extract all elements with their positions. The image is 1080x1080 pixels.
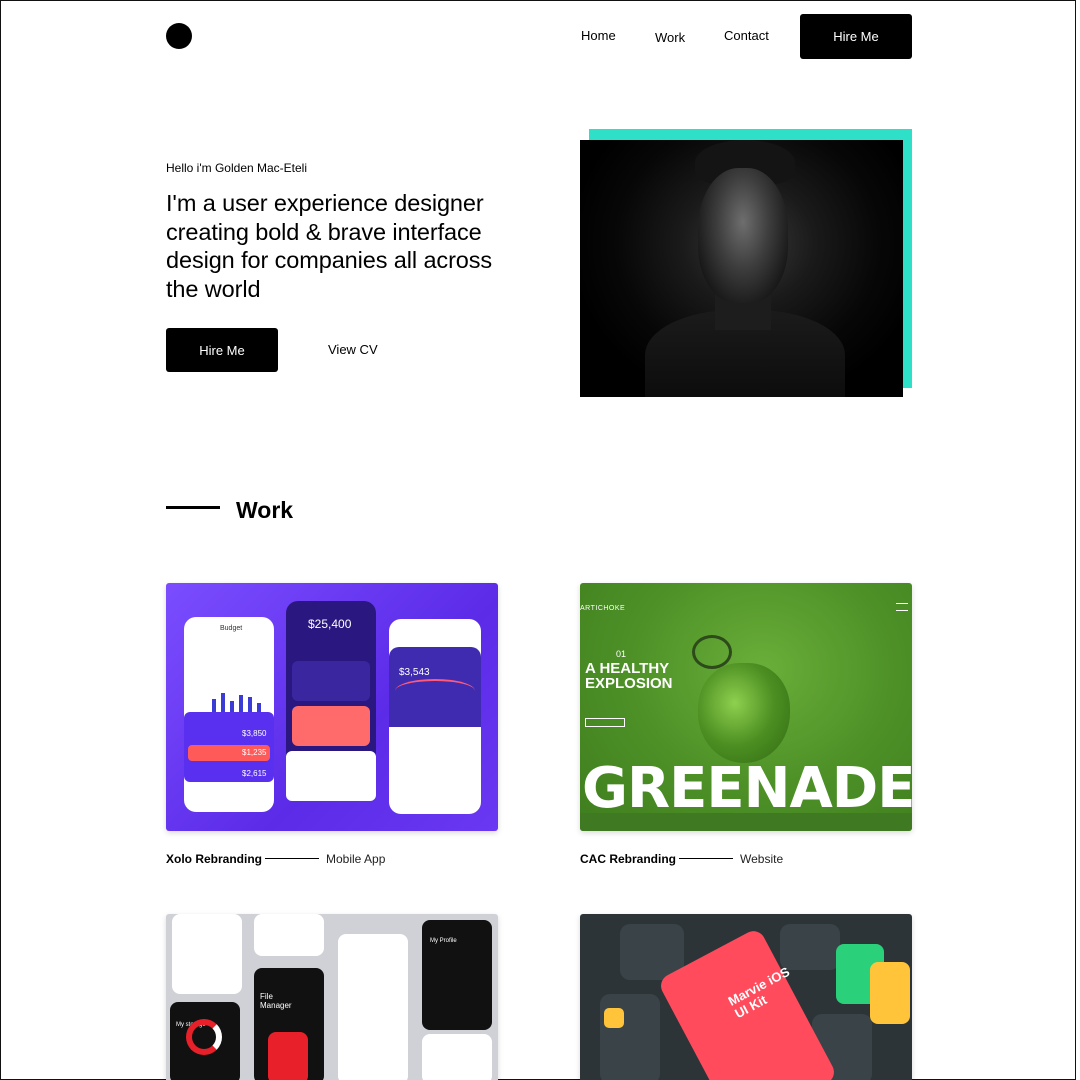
project-type-cac: Website: [740, 852, 784, 866]
hire-me-header-button[interactable]: Hire Me: [800, 14, 912, 59]
hamburger-icon: [896, 603, 908, 611]
portrait-face: [698, 168, 788, 303]
project-title-xolo[interactable]: Xolo Rebranding: [166, 852, 262, 866]
storage-donut: [186, 1019, 222, 1055]
mock-screen-apps: [172, 914, 242, 994]
costs-value: $1,235: [242, 748, 267, 757]
grenade-pin-ring: [692, 635, 732, 669]
marvie-app-icon: [604, 1008, 624, 1028]
read-more-button: [585, 718, 625, 727]
mock-phone-history: History $3,543: [389, 619, 481, 814]
greenade-wordmark: GREENADE!: [582, 756, 912, 821]
budget-label: Budget: [220, 625, 243, 632]
save-value: $2,615: [242, 769, 267, 778]
hire-me-hero-button[interactable]: Hire Me: [166, 328, 278, 372]
file-manager-title: File Manager: [260, 992, 292, 1010]
hero-greeting: Hello i'm Golden Mac-Eteli: [166, 161, 308, 175]
project-type-xolo: Mobile App: [326, 852, 386, 866]
history-label: History: [421, 629, 440, 635]
profile-label: My Profile: [430, 938, 457, 944]
work-heading: Work: [236, 497, 294, 523]
portrait-photo: [580, 140, 903, 397]
nav-home[interactable]: Home: [581, 28, 616, 43]
mock-phone-balance: $25,400: [286, 601, 376, 801]
transactions-list: [286, 751, 376, 801]
project-card-marvie[interactable]: Marvie iOS UI Kit: [580, 914, 912, 1080]
caption-rule: [679, 858, 733, 859]
project-card-file-manager[interactable]: My storage File Manager My Profile: [166, 914, 498, 1080]
hero-headline: I'm a user experience designer creating …: [166, 190, 493, 302]
history-wave: [395, 679, 475, 703]
artichoke-grenade-image: [698, 663, 790, 763]
logo[interactable]: [166, 23, 192, 49]
greenade-headline: A HEALTHY EXPLOSION: [585, 660, 673, 692]
nav-contact[interactable]: Contact: [724, 28, 769, 43]
yellow-card: [870, 962, 910, 1024]
project-title-cac[interactable]: CAC Rebranding: [580, 852, 676, 866]
mock-screen-profile: [422, 920, 492, 1030]
savings-card: [292, 661, 370, 701]
mock-screen-folders: [422, 1034, 492, 1080]
work-heading-rule: [166, 506, 220, 509]
project-card-cac[interactable]: ARTICHOKE 01 A HEALTHY EXPLOSION GREENAD…: [580, 583, 912, 831]
page-frame: [0, 0, 1076, 1080]
mock-tile: [600, 994, 660, 1080]
project-card-xolo[interactable]: Budget $3,850 $1,235 $2,615 $25,400 Hist…: [166, 583, 498, 831]
slide-number: 01: [616, 649, 627, 659]
caption-rule: [265, 858, 319, 859]
view-cv-link[interactable]: View CV: [328, 342, 378, 357]
storage-ring-card: [268, 1032, 308, 1080]
mock-screen-gallery: [254, 914, 324, 956]
nav-work[interactable]: Work: [655, 30, 685, 45]
mock-phone-budget: Budget $3,850 $1,235 $2,615: [184, 617, 274, 812]
financial-cushion-card: [292, 706, 370, 746]
mock-screen-settings: [338, 934, 408, 1080]
balance-amount: $25,400: [308, 617, 352, 631]
history-amount: $3,543: [399, 667, 430, 678]
artichoke-brand: ARTICHOKE: [580, 605, 626, 612]
budget-value: $3,850: [242, 729, 267, 738]
